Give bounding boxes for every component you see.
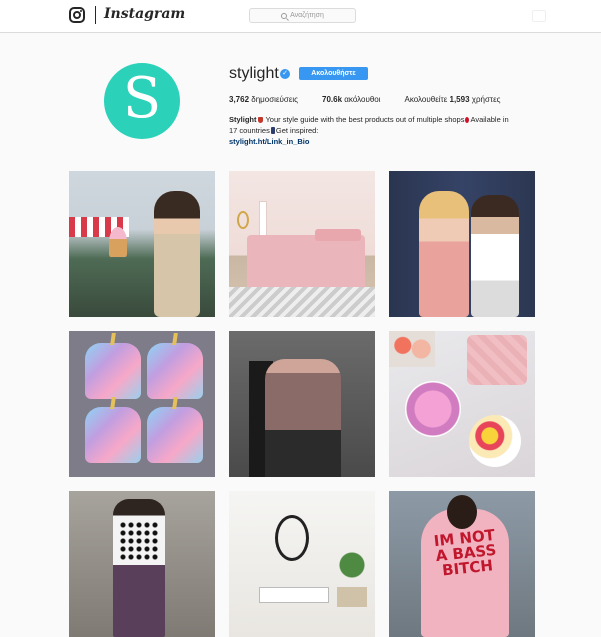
profile-bio: Stylight Your style guide with the best … [229, 114, 539, 147]
top-navigation-bar: Instagram Αναζήτηση [0, 0, 601, 33]
post-thumbnail[interactable] [389, 171, 535, 317]
post-image-detail [154, 191, 200, 317]
post-image-text: IM NOT A BASS BITCH [432, 525, 498, 580]
post-thumbnail[interactable] [229, 171, 375, 317]
followers-count: 70.6k [322, 95, 343, 104]
post-image-detail [229, 287, 375, 317]
nav-icon[interactable] [532, 10, 546, 22]
follow-button[interactable]: Ακολουθήστε [299, 67, 368, 80]
post-image-detail [467, 335, 527, 385]
instagram-wordmark[interactable]: Instagram [104, 6, 185, 22]
bio-line2a: 17 countries [229, 126, 270, 135]
post-image-detail [247, 229, 365, 295]
post-image-detail [447, 495, 477, 529]
bio-link[interactable]: stylight.ht/Link_in_Bio [229, 137, 309, 146]
following-prefix: Ακολουθείτε [404, 95, 448, 104]
post-image-detail [419, 191, 469, 317]
post-image-detail [265, 359, 341, 477]
phone-emoji-icon [270, 127, 275, 134]
search-placeholder: Αναζήτηση [290, 12, 324, 19]
avatar-letter: S [122, 66, 162, 131]
instagram-camera-icon[interactable] [69, 7, 85, 23]
bio-name: Stylight [229, 115, 257, 124]
posts-stat: 3,762 δημοσιεύσεις [229, 95, 298, 104]
post-thumbnail[interactable] [229, 331, 375, 477]
post-thumbnail[interactable] [389, 331, 535, 477]
logo-divider [95, 6, 96, 24]
post-image-detail [147, 407, 203, 463]
post-image-detail [237, 211, 249, 229]
post-thumbnail[interactable] [229, 491, 375, 637]
profile-username: stylight [229, 65, 279, 82]
post-image-detail [85, 343, 141, 399]
profile-stats: 3,762 δημοσιεύσεις 70.6k ακόλουθοι Ακολο… [229, 95, 524, 104]
bio-line1b: Available in [470, 115, 509, 124]
post-image-detail [113, 499, 165, 637]
search-input[interactable]: Αναζήτηση [249, 8, 356, 23]
posts-grid: IM NOT A BASS BITCH [69, 171, 536, 637]
followers-label: ακόλουθοι [344, 95, 381, 104]
search-icon [281, 12, 288, 19]
post-image-detail [85, 407, 141, 463]
post-image-detail [147, 343, 203, 399]
post-image-detail [389, 331, 435, 367]
profile-avatar[interactable]: S [104, 63, 180, 139]
following-label: χρήστες [471, 95, 501, 104]
post-image-detail [337, 547, 367, 607]
post-thumbnail[interactable]: IM NOT A BASS BITCH [389, 491, 535, 637]
followers-stat[interactable]: 70.6k ακόλουθοι [322, 95, 380, 104]
post-thumbnail[interactable] [69, 331, 215, 477]
post-image-detail [259, 587, 329, 603]
post-image-detail [109, 227, 127, 257]
pin-emoji-icon [465, 117, 470, 123]
bio-line2b: Get inspired: [275, 126, 319, 135]
post-thumbnail[interactable] [69, 171, 215, 317]
verified-badge-icon: ✓ [280, 69, 290, 79]
post-image-detail [471, 195, 519, 317]
following-stat[interactable]: Ακολουθείτε 1,593 χρήστες [405, 95, 501, 104]
bio-line1: Your style guide with the best products … [265, 115, 465, 124]
post-thumbnail[interactable] [69, 491, 215, 637]
dress-emoji-icon [257, 117, 263, 123]
post-image-detail [405, 381, 461, 437]
post-image-detail [275, 515, 309, 561]
posts-label: δημοσιεύσεις [251, 95, 299, 104]
following-count: 1,593 [449, 95, 470, 104]
post-image-detail [469, 415, 521, 467]
posts-count: 3,762 [229, 95, 250, 104]
